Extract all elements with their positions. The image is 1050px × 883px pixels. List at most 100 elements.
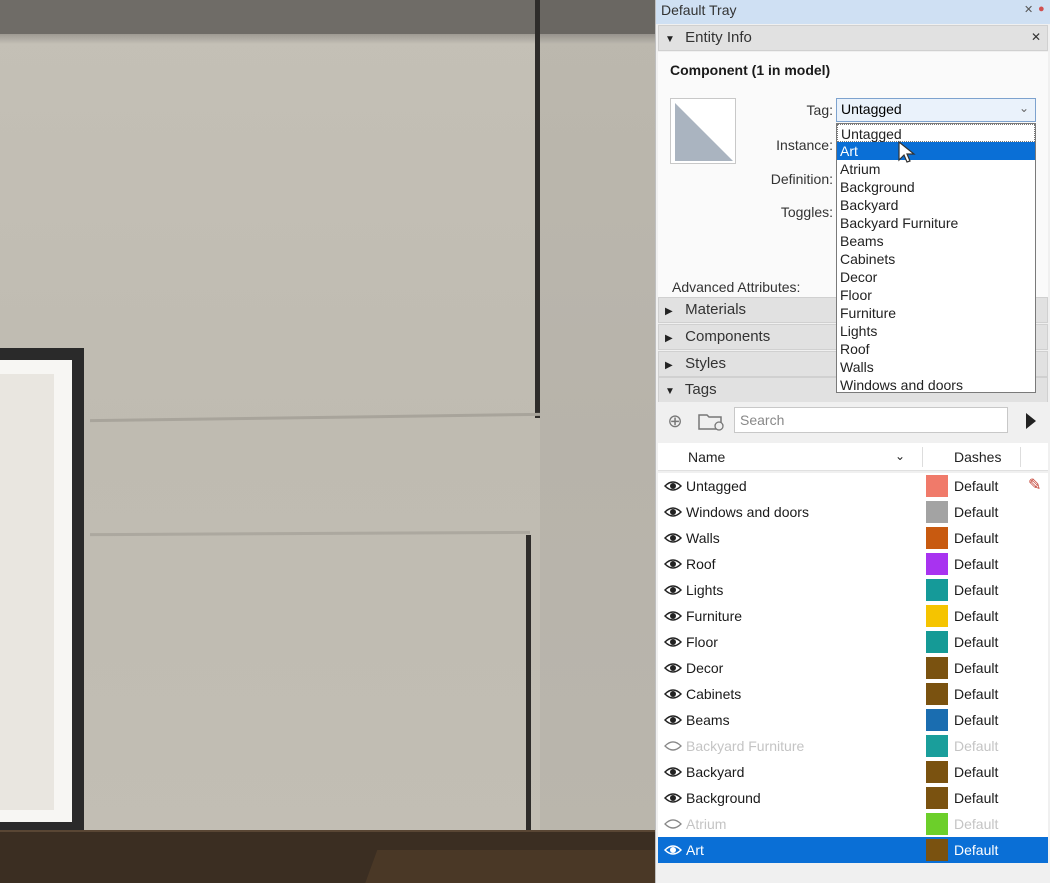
tag-option[interactable]: Lights <box>837 322 1035 340</box>
tag-row[interactable]: Untagged Default ✎ <box>658 473 1048 499</box>
tag-color-swatch[interactable] <box>926 657 948 679</box>
tag-color-swatch[interactable] <box>926 735 948 757</box>
tag-option[interactable]: Floor <box>837 286 1035 304</box>
model-viewport[interactable] <box>0 0 655 883</box>
add-tag-folder-icon[interactable] <box>696 410 726 432</box>
entity-info-header[interactable]: ▼ Entity Info ✕ <box>658 25 1048 51</box>
tag-option[interactable]: Art <box>837 142 1035 160</box>
tag-row[interactable]: Backyard Furniture Default <box>658 733 1048 759</box>
tag-search-input[interactable] <box>734 407 1008 433</box>
eye-icon[interactable] <box>664 582 682 598</box>
tag-dashes[interactable]: Default <box>954 842 998 858</box>
tag-dashes[interactable]: Default <box>954 608 998 624</box>
tag-name[interactable]: Backyard <box>686 764 744 780</box>
tag-option[interactable]: Atrium <box>837 160 1035 178</box>
tag-dashes[interactable]: Default <box>954 530 998 546</box>
tag-row[interactable]: Roof Default <box>658 551 1048 577</box>
tag-row[interactable]: Cabinets Default <box>658 681 1048 707</box>
tag-row[interactable]: Beams Default <box>658 707 1048 733</box>
tag-color-swatch[interactable] <box>926 787 948 809</box>
tag-dashes[interactable]: Default <box>954 738 998 754</box>
eye-hidden-icon[interactable] <box>664 816 682 832</box>
tag-dashes[interactable]: Default <box>954 556 998 572</box>
tag-dashes[interactable]: Default <box>954 764 998 780</box>
eye-icon[interactable] <box>664 634 682 650</box>
tag-name[interactable]: Decor <box>686 660 723 676</box>
tag-name[interactable]: Windows and doors <box>686 504 809 520</box>
tag-row[interactable]: Floor Default <box>658 629 1048 655</box>
tag-dashes[interactable]: Default <box>954 504 998 520</box>
eye-icon[interactable] <box>664 712 682 728</box>
tag-color-swatch[interactable] <box>926 475 948 497</box>
dashes-column-header[interactable]: Dashes <box>954 449 1001 465</box>
tag-dashes[interactable]: Default <box>954 634 998 650</box>
tag-dashes[interactable]: Default <box>954 478 998 494</box>
tag-option[interactable]: Untagged <box>837 124 1035 142</box>
tag-dashes[interactable]: Default <box>954 686 998 702</box>
close-icon[interactable]: ✕ <box>1031 30 1041 44</box>
tag-name[interactable]: Art <box>686 842 704 858</box>
pin-icon[interactable]: ✕ <box>1024 3 1033 16</box>
tag-name[interactable]: Walls <box>686 530 720 546</box>
add-tag-icon[interactable]: ⊕ <box>664 410 686 432</box>
tag-name[interactable]: Background <box>686 790 761 806</box>
eye-icon[interactable] <box>664 660 682 676</box>
tag-row[interactable]: Art Default <box>658 837 1048 863</box>
tag-option[interactable]: Backyard <box>837 196 1035 214</box>
close-tray-icon[interactable]: ● <box>1038 3 1045 15</box>
tag-color-swatch[interactable] <box>926 579 948 601</box>
tag-dashes[interactable]: Default <box>954 582 998 598</box>
tag-row[interactable]: Backyard Default <box>658 759 1048 785</box>
tag-dashes[interactable]: Default <box>954 660 998 676</box>
tag-row[interactable]: Atrium Default <box>658 811 1048 837</box>
eye-icon[interactable] <box>664 790 682 806</box>
tag-option[interactable]: Backyard Furniture <box>837 214 1035 232</box>
tag-option[interactable]: Decor <box>837 268 1035 286</box>
tag-name[interactable]: Floor <box>686 634 718 650</box>
tag-option[interactable]: Walls <box>837 358 1035 376</box>
tag-select[interactable]: Untagged ⌄ <box>836 98 1036 122</box>
tag-name[interactable]: Roof <box>686 556 716 572</box>
tag-name[interactable]: Atrium <box>686 816 726 832</box>
eye-icon[interactable] <box>664 556 682 572</box>
tag-option[interactable]: Beams <box>837 232 1035 250</box>
tag-name[interactable]: Untagged <box>686 478 747 494</box>
tag-name[interactable]: Cabinets <box>686 686 741 702</box>
eye-icon[interactable] <box>664 530 682 546</box>
sort-chevron-icon[interactable]: ⌄ <box>895 449 905 463</box>
eye-icon[interactable] <box>664 478 682 494</box>
tag-color-swatch[interactable] <box>926 631 948 653</box>
eye-icon[interactable] <box>664 764 682 780</box>
eye-icon[interactable] <box>664 608 682 624</box>
tag-name[interactable]: Beams <box>686 712 730 728</box>
tag-option[interactable]: Cabinets <box>837 250 1035 268</box>
eye-icon[interactable] <box>664 842 682 858</box>
tag-color-swatch[interactable] <box>926 683 948 705</box>
tag-name[interactable]: Backyard Furniture <box>686 738 804 754</box>
tag-color-swatch[interactable] <box>926 501 948 523</box>
tag-row[interactable]: Lights Default <box>658 577 1048 603</box>
tag-name[interactable]: Furniture <box>686 608 742 624</box>
tag-option[interactable]: Roof <box>837 340 1035 358</box>
tag-row[interactable]: Furniture Default <box>658 603 1048 629</box>
tag-row[interactable]: Walls Default <box>658 525 1048 551</box>
tag-option[interactable]: Windows and doors <box>837 376 1035 394</box>
tag-color-swatch[interactable] <box>926 605 948 627</box>
eye-hidden-icon[interactable] <box>664 738 682 754</box>
tag-row[interactable]: Windows and doors Default <box>658 499 1048 525</box>
tag-row[interactable]: Decor Default <box>658 655 1048 681</box>
name-column-header[interactable]: Name <box>688 449 725 465</box>
tag-option[interactable]: Furniture <box>837 304 1035 322</box>
advanced-attributes-label[interactable]: Advanced Attributes: <box>672 279 800 295</box>
eye-icon[interactable] <box>664 686 682 702</box>
tag-color-swatch[interactable] <box>926 761 948 783</box>
tag-dashes[interactable]: Default <box>954 816 998 832</box>
tag-color-swatch[interactable] <box>926 839 948 861</box>
eye-icon[interactable] <box>664 504 682 520</box>
tag-color-swatch[interactable] <box>926 527 948 549</box>
tag-dashes[interactable]: Default <box>954 712 998 728</box>
tag-color-swatch[interactable] <box>926 553 948 575</box>
tag-color-swatch[interactable] <box>926 709 948 731</box>
details-arrow-icon[interactable] <box>1020 410 1042 432</box>
tag-dashes[interactable]: Default <box>954 790 998 806</box>
